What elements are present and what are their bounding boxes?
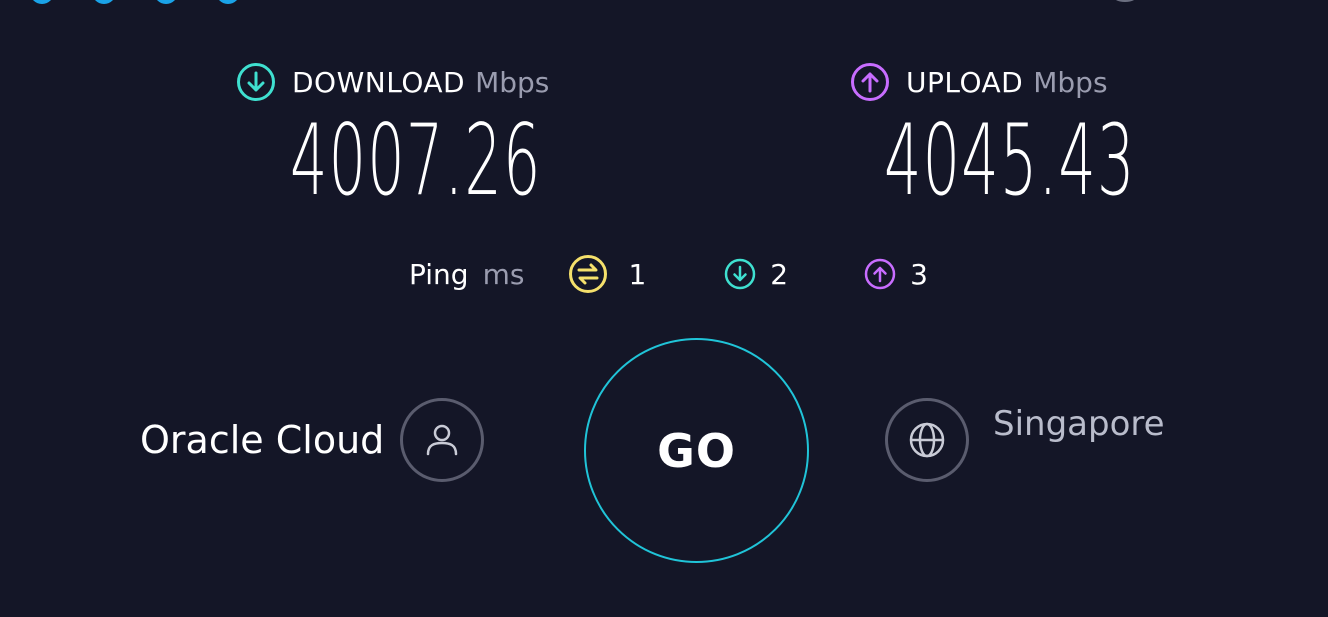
top-nav-dot-icon — [30, 0, 54, 4]
ping-download-value: 2 — [770, 257, 789, 291]
user-icon — [427, 424, 458, 456]
server-location-name[interactable]: Singapore — [993, 404, 1165, 444]
upload-label: UPLOAD — [906, 65, 1024, 99]
download-metric: DOWNLOAD Mbps 4007.26 — [236, 60, 549, 210]
ping-download-icon — [725, 258, 756, 290]
arrow-up-circle-icon — [851, 63, 889, 101]
arrow-down-circle-icon — [237, 63, 275, 101]
provider: Oracle Cloud — [140, 398, 485, 482]
upload-metric: UPLOAD Mbps 4045.43 — [850, 60, 1134, 210]
top-nav-partial — [30, 0, 240, 4]
download-header: DOWNLOAD Mbps — [236, 60, 549, 104]
top-nav-dot-icon — [92, 0, 116, 4]
ping-idle-value: 1 — [628, 257, 647, 291]
provider-name[interactable]: Oracle Cloud — [140, 418, 384, 462]
top-nav-dot-icon — [154, 0, 178, 4]
ping-unit: ms — [482, 257, 525, 291]
ping-row: Ping ms 1 2 3 — [409, 252, 928, 296]
download-unit: Mbps — [475, 65, 550, 99]
ping-upload: 3 — [864, 258, 928, 291]
download-label: DOWNLOAD — [292, 65, 466, 99]
go-button[interactable]: GO — [584, 338, 809, 563]
ping-upload-value: 3 — [910, 257, 928, 291]
top-right-partial-icon — [1112, 0, 1138, 2]
change-server-button[interactable] — [885, 398, 969, 482]
globe-icon — [909, 422, 945, 458]
ping-label: Ping — [409, 257, 469, 291]
server-location: Singapore — [885, 398, 1165, 482]
ping-idle: 1 — [568, 254, 646, 294]
upload-unit: Mbps — [1033, 65, 1108, 99]
ping-upload-icon — [864, 258, 896, 290]
upload-value: 4045.43 — [884, 104, 1136, 218]
top-nav-dot-icon — [216, 0, 240, 4]
provider-button[interactable] — [400, 398, 485, 482]
upload-header: UPLOAD Mbps — [850, 60, 1108, 104]
download-value: 4007.26 — [290, 104, 542, 218]
ping-download: 2 — [724, 258, 788, 291]
go-button-label: GO — [657, 423, 736, 478]
ping-idle-icon — [569, 255, 608, 293]
